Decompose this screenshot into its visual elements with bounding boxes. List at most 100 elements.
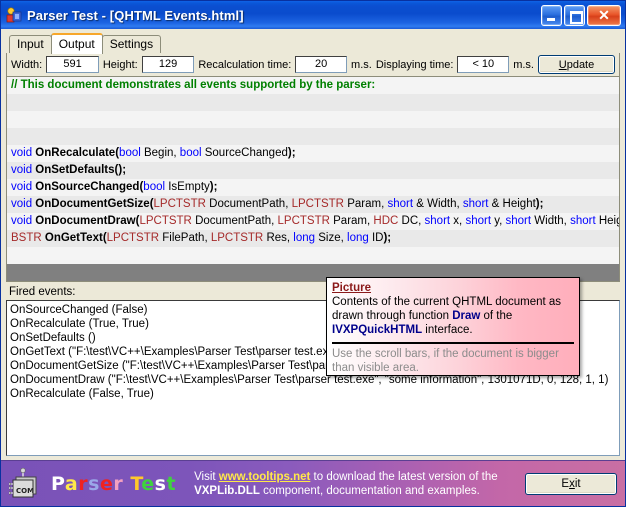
tab-output[interactable]: Output [50,33,103,54]
code-param: LPCTSTR [210,232,264,244]
code-param: y, [491,215,506,227]
code-function-name: OnDocumentGetSize [35,198,150,210]
code-paren: ); [287,147,296,159]
tooltip-body: Contents of the current QHTML document a… [332,295,574,337]
title-bar: Parser Test - [QHTML Events.html] ✕ [1,1,625,29]
code-param: ID [368,232,384,244]
code-param: short [570,215,596,227]
code-function-name: OnRecalculate [35,147,116,159]
app-icon [5,6,23,24]
code-return-type: void [11,215,36,227]
code-param: Width, [531,215,571,227]
code-paren: ); [118,164,127,176]
code-param: Param, [329,215,374,227]
tooltip-draw-keyword: Draw [452,310,481,322]
vxplib-name: VXPLib.DLL [194,484,260,497]
code-param: Res, [263,232,294,244]
tooltip-body-part-1: Contents of the current QHTML document a… [332,296,562,322]
client-area: Input Output Settings Width: 591 Height:… [1,29,625,460]
tooltip-body-part-2: of the [480,310,513,322]
code-line [7,111,619,128]
picture-tooltip: Picture Contents of the current QHTML do… [326,277,580,376]
code-param: LPCTSTR [106,232,160,244]
code-param: FilePath, [159,232,211,244]
close-icon: ✕ [598,7,610,23]
width-input[interactable]: 591 [46,56,99,73]
code-line [7,247,619,264]
status-suffix: component, documentation and examples. [259,484,480,497]
minimize-button[interactable] [541,4,562,26]
displaying-time-label: Displaying time: [375,58,454,71]
status-mid: to download the latest version of the [310,470,498,483]
logo-letter: s [88,472,100,495]
code-param: & Height [488,198,536,210]
code-param: short [505,215,532,227]
logo-letter: P [51,472,65,495]
exit-label-pre: E [561,477,570,490]
exit-label-rest: it [574,477,581,490]
update-button[interactable]: Update [537,55,615,74]
code-param: & Width, [413,198,463,210]
logo-letter: r [78,472,89,495]
code-line: void OnDocumentDraw(LPCTSTR DocumentPath… [7,213,619,230]
recalculation-time-label: Recalculation time: [198,58,292,71]
code-line: void OnRecalculate(bool Begin, bool Sour… [7,145,619,162]
displaying-time-units: m.s. [513,58,534,71]
code-line: BSTR OnGetText(LPCTSTR FilePath, LPCTSTR… [7,230,619,247]
document-render-area[interactable]: // This document demonstrates all events… [6,77,620,282]
code-function-name: OnDocumentDraw [35,215,136,227]
tab-input[interactable]: Input [9,35,52,54]
code-param: short [462,198,489,210]
code-return-type: BSTR [11,232,45,244]
code-param: Param, [344,198,388,210]
code-line [7,128,619,145]
code-return-type: void [11,198,36,210]
logo-letter: s [154,472,167,495]
exit-button[interactable]: Ex it [525,472,617,495]
window-title: Parser Test - [QHTML Events.html] [27,7,244,23]
height-input[interactable]: 129 [141,56,195,73]
code-param: LPCTSTR [291,198,344,210]
code-param: Begin, [140,147,180,159]
code-param: IsEmpty [165,181,210,193]
code-line: void OnDocumentGetSize(LPCTSTR DocumentP… [7,196,619,213]
code-function-name: OnSourceChanged [35,181,140,193]
displaying-time-value: < 10 [457,56,510,73]
code-return-type: void [11,164,36,176]
maximize-button[interactable] [564,4,585,26]
code-param: short [387,198,414,210]
code-comment: // This document demonstrates all events… [11,79,376,91]
code-param: bool [179,147,202,159]
code-param: bool [119,147,141,159]
update-button-accel: U [558,58,567,71]
code-paren: ); [209,181,218,193]
tooltips-net-link[interactable]: www.tooltips.net [219,471,311,483]
close-button[interactable]: ✕ [587,4,621,26]
code-param: DocumentPath, [205,198,292,210]
code-param: LPCTSTR [277,215,330,227]
metrics-toolbar: Width: 591 Height: 129 Recalculation tim… [6,53,620,77]
code-param: short [424,215,451,227]
logo-letter: r [113,472,124,495]
code-listing: // This document demonstrates all events… [7,77,619,264]
tab-settings-label: Settings [109,37,154,51]
status-bar: COM Parser Test Visit www.tooltips.net t… [1,460,625,506]
code-param: x, [450,215,466,227]
code-param: long [347,232,369,244]
parser-test-logo: Parser Test [51,473,176,495]
code-line [7,94,619,111]
code-param: LPCTSTR [153,198,206,210]
tab-input-label: Input [17,37,44,51]
status-message: Visit www.tooltips.net to download the l… [194,470,517,498]
code-param: DocumentPath, [191,215,278,227]
code-paren: ); [535,198,544,210]
tooltip-divider [332,342,574,344]
code-line: // This document demonstrates all events… [7,77,619,94]
com-component-icon: COM [7,467,43,500]
tooltip-footer: Use the scroll bars, if the document is … [332,348,559,374]
recalculation-time-units: m.s. [351,58,372,71]
app-window: Parser Test - [QHTML Events.html] ✕ Inpu… [0,0,626,507]
tab-settings[interactable]: Settings [101,35,162,54]
code-return-type: void [11,147,36,159]
tooltip-title: Picture [332,282,371,294]
